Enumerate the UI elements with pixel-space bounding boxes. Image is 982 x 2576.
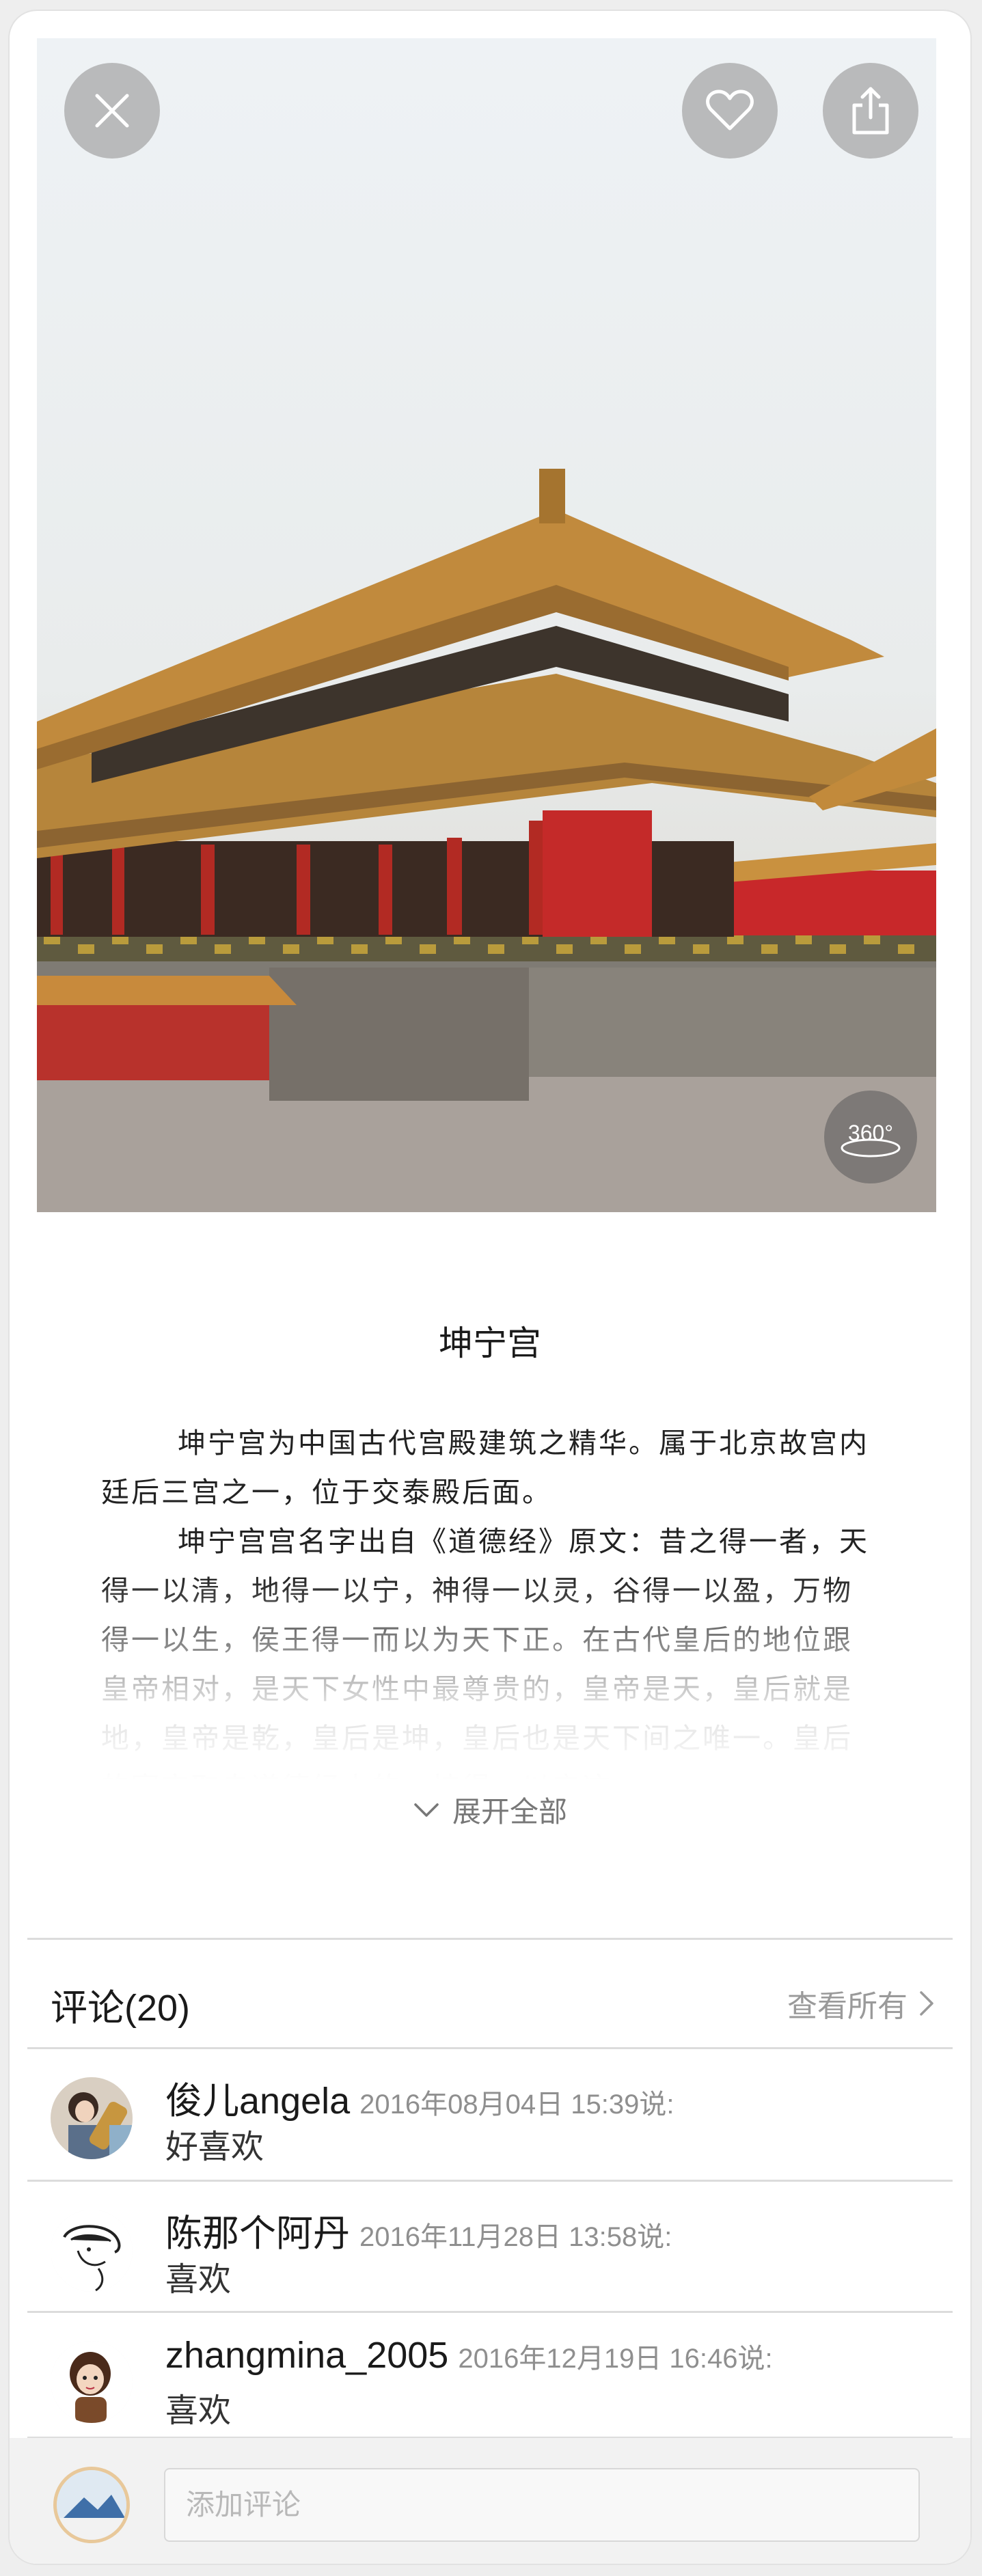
place-title: 坤宁宫 — [439, 1324, 541, 1362]
add-comment-input[interactable] — [164, 2468, 920, 2542]
panorama-label: 360° — [847, 1120, 894, 1145]
detail-card: 360° 坤宁宫 坤宁宫为中国古代宫殿建筑之精华。属于北京故宫内廷后三宫之一，位… — [10, 11, 970, 2564]
divider — [27, 2180, 953, 2182]
close-button[interactable] — [64, 63, 160, 159]
comment-timestamp: 2016年08月04日 15:39说: — [359, 2089, 674, 2120]
divider — [27, 2311, 953, 2313]
comment-timestamp: 2016年12月19日 16:46说: — [458, 2344, 773, 2374]
comment-author: zhangmina_2005 2016年12月19日 16:46说: — [165, 2334, 773, 2376]
comment-author: 陈那个阿丹 2016年11月28日 13:58说: — [165, 2203, 672, 2257]
comment-item[interactable]: zhangmina_2005 2016年12月19日 16:46说: 喜欢 — [10, 2315, 970, 2445]
comment-item[interactable]: 俊儿angela 2016年08月04日 15:39说: 好喜欢 — [10, 2051, 970, 2181]
current-user-avatar-image — [57, 2470, 126, 2540]
comment-username: 俊儿angela — [165, 2081, 351, 2122]
place-description: 坤宁宫为中国古代宫殿建筑之精华。属于北京故宫内廷后三宫之一，位于交泰殿后面。 坤… — [101, 1419, 880, 1808]
expand-all-label: 展开全部 — [452, 1796, 567, 1828]
user-avatar-image — [51, 2341, 133, 2423]
like-button[interactable] — [682, 63, 778, 159]
divider — [27, 2047, 953, 2049]
description-paragraph: 坤宁宫为中国古代宫殿建筑之精华。属于北京故宫内廷后三宫之一，位于交泰殿后面。 — [101, 1427, 869, 1508]
user-avatar-image — [51, 2077, 133, 2159]
close-icon — [95, 94, 129, 128]
share-icon — [852, 87, 889, 135]
avatar[interactable] — [51, 2341, 133, 2423]
comment-text: 喜欢 — [165, 2262, 232, 2298]
heart-icon — [706, 90, 754, 131]
description-fade — [101, 1576, 880, 1808]
divider — [27, 1938, 953, 1940]
view-all-label: 查看所有 — [787, 1990, 908, 2023]
palace-photo[interactable]: 360° — [37, 38, 936, 1212]
chevron-down-icon — [414, 1803, 439, 1817]
avatar[interactable] — [51, 2210, 133, 2292]
palace-illustration — [37, 469, 936, 1212]
comment-text: 好喜欢 — [165, 2129, 264, 2165]
expand-all-button[interactable]: 展开全部 — [10, 1789, 970, 1831]
chevron-right-icon — [920, 1991, 933, 2016]
panorama-360-button[interactable]: 360° — [824, 1091, 917, 1183]
comments-header: 评论(20) — [51, 1988, 191, 2029]
comment-timestamp: 2016年11月28日 13:58说: — [359, 2222, 672, 2252]
comment-username: 陈那个阿丹 — [165, 2213, 350, 2254]
share-button[interactable] — [823, 63, 918, 159]
current-user-avatar[interactable] — [53, 2467, 130, 2543]
comment-username: zhangmina_2005 — [165, 2335, 449, 2376]
avatar[interactable] — [51, 2077, 133, 2159]
comment-item[interactable]: 陈那个阿丹 2016年11月28日 13:58说: 喜欢 — [10, 2184, 970, 2314]
comment-author: 俊儿angela 2016年08月04日 15:39说: — [165, 2070, 674, 2124]
comment-composer — [10, 2438, 970, 2564]
comment-text: 喜欢 — [165, 2393, 232, 2429]
user-avatar-image — [51, 2210, 133, 2292]
view-all-comments-link[interactable]: 查看所有 — [787, 1982, 935, 2025]
